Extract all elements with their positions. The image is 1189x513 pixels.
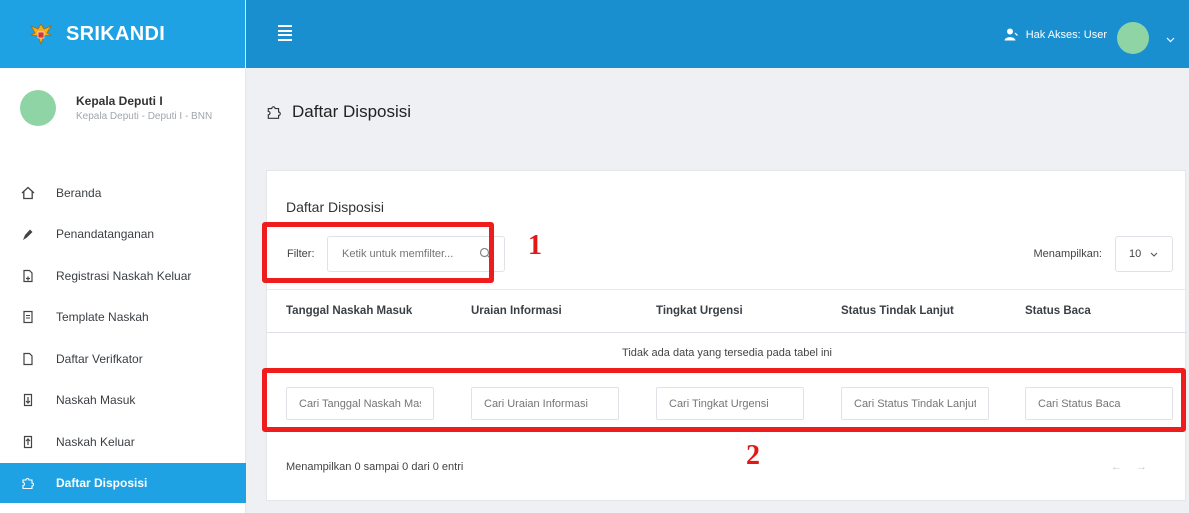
- avatar: [20, 90, 56, 126]
- file-text-icon: [20, 309, 36, 325]
- column-header[interactable]: Tingkat Urgensi: [656, 305, 743, 317]
- home-icon: [20, 185, 36, 201]
- sidebar-item-daftar-disposisi[interactable]: Daftar Disposisi: [0, 462, 246, 503]
- file-in-icon: [20, 392, 36, 408]
- page-title-text: Daftar Disposisi: [292, 102, 412, 121]
- sidebar-item-label: Registrasi Naskah Keluar: [56, 268, 192, 283]
- sidebar-item-daftar-verifkator[interactable]: Daftar Verifkator: [0, 338, 246, 380]
- table-info: Menampilkan 0 sampai 0 dari 0 entri: [286, 461, 464, 473]
- sidebar-item-naskah-masuk[interactable]: Naskah Masuk: [0, 380, 246, 422]
- sidebar-item-beranda[interactable]: Beranda: [0, 172, 246, 214]
- sidebar-item-label: Naskah Keluar: [56, 434, 135, 449]
- app-root: SRIKANDI Kepala Deputi I Kepala Deputi -…: [0, 0, 1189, 513]
- chevron-down-icon: [1150, 252, 1158, 257]
- menu-toggle-icon[interactable]: [278, 25, 292, 41]
- column-header[interactable]: Tanggal Naskah Masuk: [286, 305, 412, 317]
- app-name: SRIKANDI: [66, 22, 166, 45]
- page-size-label: Menampilkan:: [1033, 248, 1102, 260]
- annotation-box-filter: [262, 222, 494, 283]
- user-icon: [1004, 28, 1018, 41]
- user-avatar[interactable]: [1117, 22, 1149, 54]
- next-page-button[interactable]: →: [1136, 461, 1161, 473]
- access-menu[interactable]: Hak Akses: User: [1004, 28, 1107, 41]
- profile-role: Kepala Deputi - Deputi I - BNN: [76, 111, 213, 122]
- disposition-card: Daftar Disposisi Filter: Menampilkan: 10…: [266, 170, 1187, 501]
- garuda-logo-icon: [28, 21, 54, 47]
- sidebar-item-label: Beranda: [56, 185, 102, 200]
- page-size-value: 10: [1129, 248, 1142, 260]
- user-profile: Kepala Deputi I Kepala Deputi - Deputi I…: [0, 68, 245, 148]
- sidebar: SRIKANDI Kepala Deputi I Kepala Deputi -…: [0, 0, 246, 513]
- brand-bar[interactable]: SRIKANDI: [0, 0, 245, 68]
- column-header[interactable]: Status Tindak Lanjut: [841, 305, 954, 317]
- sidebar-nav: Beranda Penandatanganan Registrasi Naska…: [0, 172, 246, 503]
- empty-table-message: Tidak ada data yang tersedia pada tabel …: [622, 347, 832, 359]
- access-label: Hak Akses: User: [1025, 28, 1107, 41]
- sidebar-item-label: Template Naskah: [56, 310, 149, 325]
- puzzle-icon: [266, 104, 282, 120]
- page-size-select[interactable]: 10: [1115, 236, 1173, 272]
- page-title: Daftar Disposisi: [266, 102, 411, 122]
- sidebar-item-naskah-keluar[interactable]: Naskah Keluar: [0, 421, 246, 463]
- chevron-down-icon[interactable]: [1166, 30, 1175, 48]
- sidebar-item-label: Daftar Disposisi: [56, 475, 148, 490]
- column-header[interactable]: Uraian Informasi: [471, 305, 562, 317]
- topbar: Hak Akses: User: [246, 0, 1189, 68]
- sidebar-item-penandatanganan[interactable]: Penandatanganan: [0, 214, 246, 256]
- pagination: ←→: [1111, 461, 1161, 473]
- file-plus-icon: [20, 268, 36, 284]
- card-title: Daftar Disposisi: [286, 199, 385, 215]
- sidebar-item-template-naskah[interactable]: Template Naskah: [0, 297, 246, 339]
- pen-icon: [20, 226, 36, 242]
- annotation-box-search-row: [262, 368, 1186, 432]
- column-header[interactable]: Status Baca: [1025, 305, 1091, 317]
- puzzle-icon: [20, 475, 36, 491]
- sidebar-item-label: Penandatanganan: [56, 227, 155, 242]
- prev-page-button[interactable]: ←: [1111, 461, 1136, 473]
- annotation-number-1: 1: [528, 230, 542, 261]
- sidebar-item-label: Naskah Masuk: [56, 393, 136, 408]
- file-check-icon: [20, 351, 36, 367]
- profile-name: Kepala Deputi I: [76, 94, 163, 108]
- sidebar-item-registrasi-naskah-keluar[interactable]: Registrasi Naskah Keluar: [0, 255, 246, 297]
- table-header: Tanggal Naskah Masuk Uraian Informasi Ti…: [267, 289, 1187, 333]
- sidebar-item-label: Daftar Verifkator: [56, 351, 143, 366]
- file-out-icon: [20, 434, 36, 450]
- annotation-number-2: 2: [746, 440, 760, 471]
